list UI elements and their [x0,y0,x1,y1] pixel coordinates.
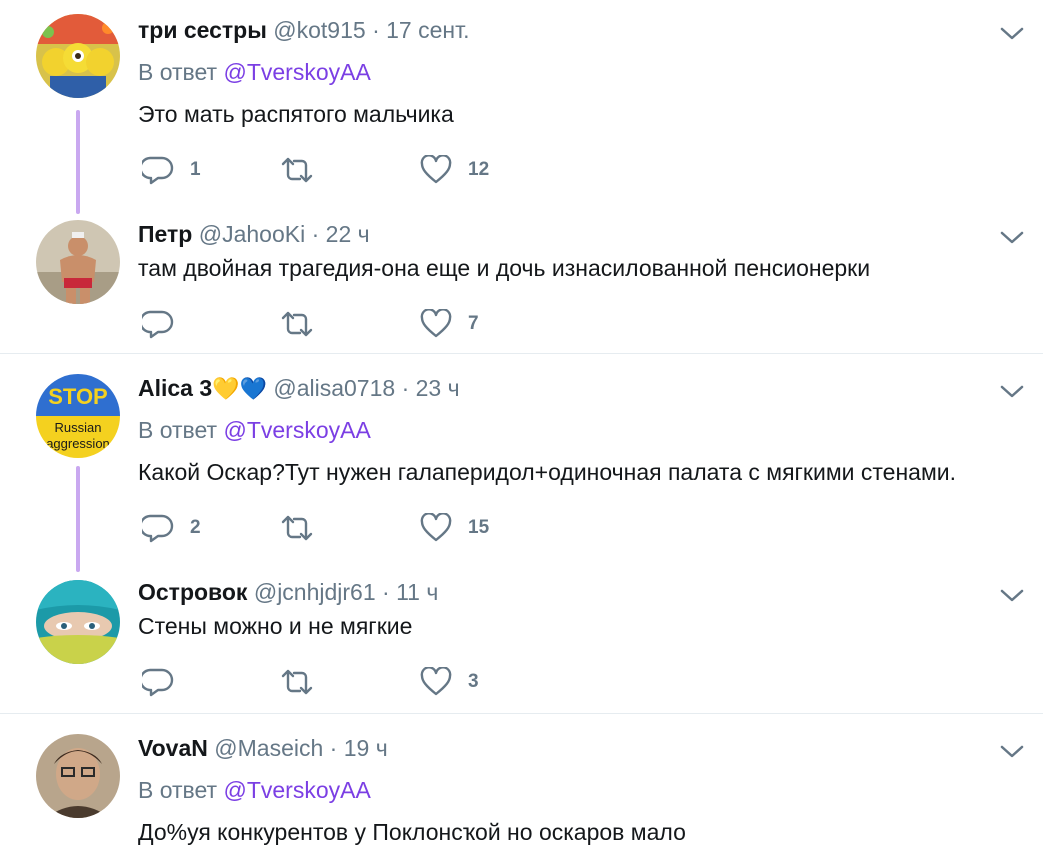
tweet-text: там двойная трагедия-она еще и дочь изна… [138,255,871,281]
avatar[interactable] [36,734,120,818]
reply-to-line: В ответ @TverskoyAA [138,58,371,86]
separator-dot: · [372,17,380,43]
user-handle[interactable]: @jcnhjdjr61 [254,579,376,605]
tweet-text: Это мать распятого мальчика [138,101,454,127]
tweet-actions: 7 [142,308,562,340]
reply-count: 1 [190,159,201,180]
reply-icon [142,310,174,339]
avatar[interactable]: STOP Russian aggression [36,374,120,458]
retweet-icon [281,669,313,695]
thread-line [76,466,80,572]
heart-icon [420,309,452,338]
timestamp[interactable]: 11 ч [396,579,438,605]
reply-to-mention[interactable]: @TverskoyAA [223,777,370,803]
user-handle[interactable]: @Maseich [214,735,323,761]
reply-icon [142,514,174,543]
reply-button[interactable] [142,666,190,698]
user-name[interactable]: Alicа 3 [138,375,212,401]
reply-button[interactable]: 1 [142,154,201,186]
reply-button[interactable]: 2 [142,512,201,544]
tweet-3[interactable]: STOP Russian aggression Alicа 3💛💙 @alisa… [0,354,1043,572]
reply-to-mention[interactable]: @TverskoyAA [223,417,370,443]
timestamp[interactable]: 17 сент. [386,17,469,43]
tweet-text: Какой Оскар?Тут нужен галаперидол+одиноч… [138,459,957,485]
tweet-5[interactable]: VovaN @Maseich · 19 ч В ответ @TverskoyA… [0,714,1043,855]
chevron-down-icon[interactable] [999,382,1025,400]
like-count: 3 [468,671,479,692]
like-button[interactable]: 3 [420,666,479,698]
retweet-button[interactable] [280,666,330,698]
chevron-down-icon[interactable] [999,228,1025,246]
chevron-down-icon[interactable] [999,24,1025,42]
reply-to-prefix: В ответ [138,417,218,443]
retweet-icon [281,157,313,183]
tweet-4[interactable]: Островок @jcnhjdjr61 · 11 ч Стены можно … [0,560,1043,714]
tweet-2[interactable]: Петр @JahooKi · 22 ч там двойная трагеди… [0,200,1043,354]
reply-to-line: В ответ @TverskoyAA [138,776,371,804]
retweet-icon [281,515,313,541]
separator-dot: · [311,221,320,247]
retweet-icon [281,311,313,337]
tweet-1[interactable]: три сестры @kot915 · 17 сент. В ответ @T… [0,0,1043,214]
reply-thread-feed: три сестры @kot915 · 17 сент. В ответ @T… [0,0,1043,855]
retweet-button[interactable] [280,308,330,340]
user-handle[interactable]: @kot915 [273,17,365,43]
user-name[interactable]: Петр [138,221,192,247]
user-name[interactable]: VovaN [138,735,208,761]
retweet-button[interactable] [280,512,330,544]
tweet-actions: 2 15 [142,512,562,544]
avatar-badge-top: STOP [48,384,108,409]
reply-icon [142,156,174,185]
user-handle[interactable]: @JahooKi [199,221,305,247]
heart-icon [420,155,452,184]
heart-emoji-icon: 💛💙 [212,376,267,401]
timestamp[interactable]: 22 ч [326,221,370,247]
tweet-header: VovaN @Maseich · 19 ч [138,734,388,762]
like-button[interactable]: 15 [420,512,489,544]
separator-dot: · [401,375,410,401]
tweet-text: До%уя конкурентов у Поклонсҡой но оскаро… [138,819,686,845]
chevron-down-icon[interactable] [999,586,1025,604]
timestamp[interactable]: 19 ч [344,735,388,761]
thread-line [76,110,80,214]
like-count: 12 [468,159,490,180]
reply-button[interactable] [142,308,190,340]
user-name[interactable]: три сестры [138,17,267,43]
tweet-header: Островок @jcnhjdjr61 · 11 ч [138,578,438,606]
user-name[interactable]: Островок [138,579,247,605]
tweet-header: три сестры @kot915 · 17 сент. [138,16,469,44]
tweet-actions: 1 12 [142,154,562,186]
separator-dot: · [382,579,390,605]
tweet-text: Стены можно и не мягкие [138,613,413,639]
reply-to-prefix: В ответ [138,777,218,803]
reply-icon [142,668,174,697]
avatar[interactable] [36,580,120,664]
avatar[interactable] [36,14,120,98]
like-count: 7 [468,313,479,334]
avatar[interactable] [36,220,120,304]
chevron-down-icon[interactable] [999,742,1025,760]
like-count: 15 [468,517,490,538]
heart-icon [420,667,452,696]
reply-to-prefix: В ответ [138,59,218,85]
timestamp[interactable]: 23 ч [416,375,460,401]
heart-icon [420,513,452,542]
like-button[interactable]: 7 [420,308,479,340]
tweet-header: Alicа 3💛💙 @alisa0718 · 23 ч [138,374,460,403]
tweet-header: Петр @JahooKi · 22 ч [138,220,370,248]
user-handle[interactable]: @alisa0718 [273,375,395,401]
reply-to-line: В ответ @TverskoyAA [138,416,371,444]
reply-to-mention[interactable]: @TverskoyAA [223,59,370,85]
separator-dot: · [329,735,338,761]
like-button[interactable]: 12 [420,154,489,186]
tweet-actions: 3 [142,666,562,698]
retweet-button[interactable] [280,154,330,186]
avatar-badge-bot: aggression [46,436,110,451]
reply-count: 2 [190,517,201,538]
avatar-badge-mid: Russian [55,420,102,435]
